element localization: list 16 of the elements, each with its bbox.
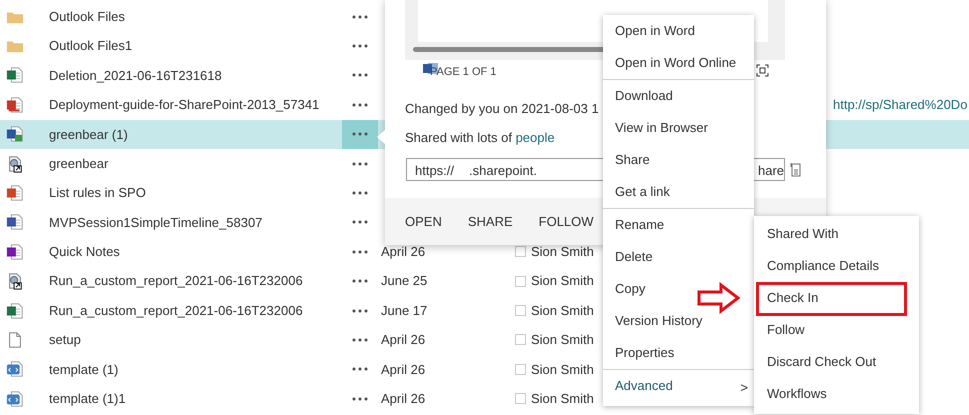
modified-by: Sion Smith: [531, 272, 594, 290]
submenu-chevron: >: [740, 379, 748, 397]
modified-date: April 26: [381, 243, 426, 262]
modified-by: Sion Smith: [531, 331, 594, 350]
modified-date: April 26: [381, 360, 426, 379]
sharing-info: Shared with lots of people: [405, 129, 555, 147]
page-indicator: PAGE 1 OF 1: [430, 65, 496, 80]
change-info: Changed by you on 2021-08-03 1: [405, 100, 599, 118]
modified-date: June 25: [381, 272, 428, 290]
modified-by: Sion Smith: [531, 243, 594, 262]
modified-date: June 17: [381, 302, 428, 320]
modified-by: Sion Smith: [531, 360, 594, 379]
modified-by: Sion Smith: [531, 390, 594, 408]
modified-date: April 26: [381, 390, 426, 408]
modified-date: April 26: [381, 331, 426, 350]
modified-by: Sion Smith: [531, 302, 594, 320]
